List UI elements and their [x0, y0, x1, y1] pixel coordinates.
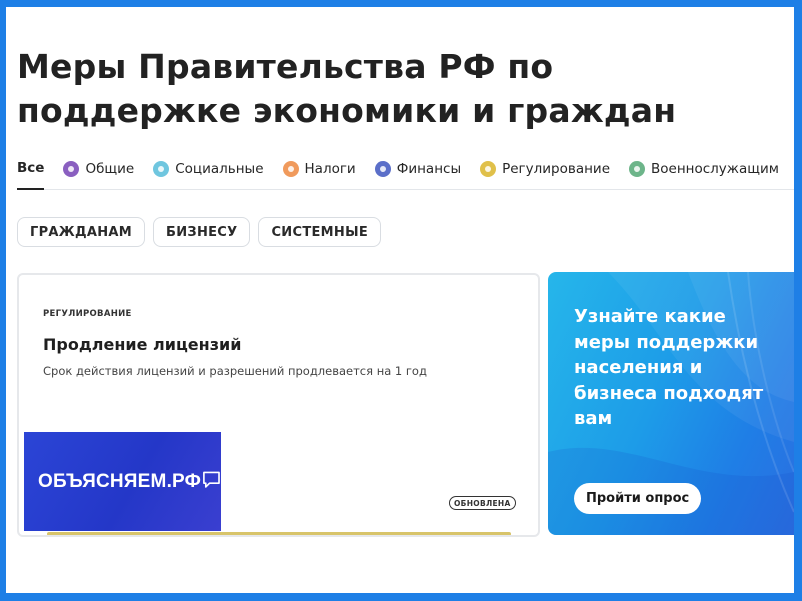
card-category: РЕГУЛИРОВАНИЕ [43, 309, 132, 319]
tab-label: Финансы [396, 161, 462, 177]
logo-text: ОБЪЯСНЯЕМ.РФ [38, 470, 202, 492]
tab-all[interactable]: Все [17, 158, 45, 190]
category-tabs: Все Общие Социальные Налоги Финансы Регу… [17, 158, 794, 190]
grid-icon [63, 161, 80, 177]
status-badge: ОБНОВЛЕНА [449, 496, 516, 510]
wallet-icon [374, 161, 391, 177]
card-description: Срок действия лицензий и разрешений прод… [43, 364, 427, 378]
tab-label: Общие [85, 161, 135, 177]
promo-headline: Узнайте какие меры поддержки населения и… [574, 306, 764, 429]
shield-icon [629, 161, 646, 177]
tab-regulation[interactable]: Регулирование [480, 158, 610, 180]
tab-label: Все [17, 160, 45, 176]
tab-social[interactable]: Социальные [153, 158, 264, 180]
tab-label: Налоги [304, 161, 356, 177]
card-title: Продление лицензий [43, 335, 242, 354]
filter-business[interactable]: БИЗНЕСУ [153, 217, 251, 247]
tab-taxes[interactable]: Налоги [282, 158, 356, 180]
take-survey-button[interactable]: Пройти опрос [574, 483, 702, 514]
gear-icon [480, 161, 497, 177]
tab-label: Социальные [175, 161, 264, 177]
speech-bubble-icon [203, 471, 220, 488]
audience-filters: ГРАЖДАНАМ БИЗНЕСУ СИСТЕМНЫЕ [17, 217, 382, 247]
survey-promo-banner: Узнайте какие меры поддержки населения и… [548, 272, 794, 535]
tab-label: Регулирование [502, 161, 611, 177]
tab-label: Военнослужащим [651, 161, 779, 177]
person-icon [153, 161, 170, 177]
page-frame: Меры Правительства РФ по поддержке эконо… [6, 7, 794, 593]
filter-citizens[interactable]: ГРАЖДАНАМ [17, 217, 146, 247]
page-title: Меры Правительства РФ по поддержке эконо… [17, 47, 677, 130]
obyasnyaem-logo-image: ОБЪЯСНЯЕМ.РФ [24, 432, 221, 531]
tab-military[interactable]: Военнослужащим [629, 158, 779, 180]
tab-finance[interactable]: Финансы [374, 158, 462, 180]
filter-systemic[interactable]: СИСТЕМНЫЕ [258, 217, 382, 247]
category-color-bar [47, 532, 511, 535]
percent-icon [282, 161, 299, 177]
tab-general[interactable]: Общие [63, 158, 134, 180]
measure-card[interactable]: РЕГУЛИРОВАНИЕ Продление лицензий Срок де… [17, 273, 540, 537]
